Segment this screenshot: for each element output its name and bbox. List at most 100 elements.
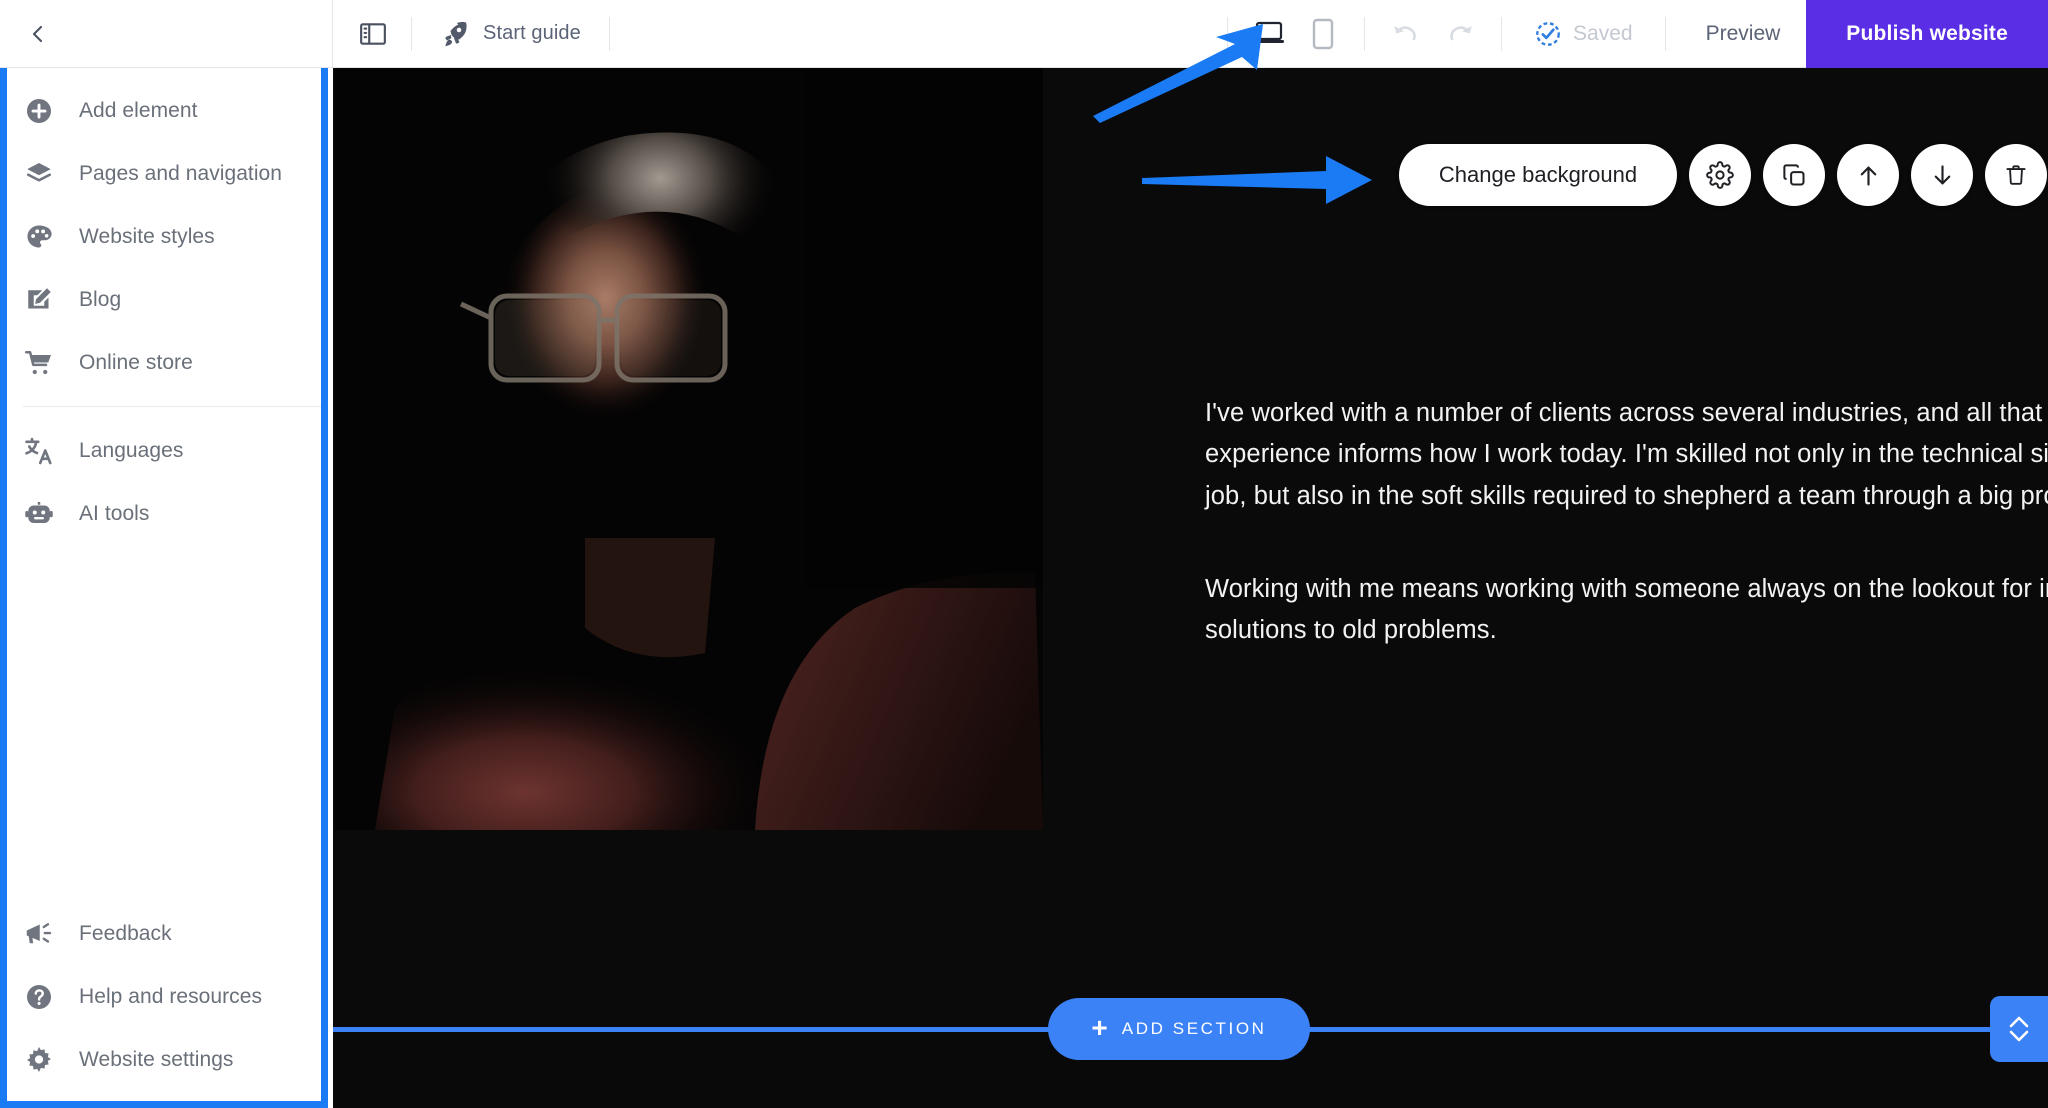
sidebar-divider xyxy=(23,406,321,407)
arrow-up-icon xyxy=(1860,166,1876,186)
translate-icon-svg xyxy=(25,437,52,464)
layers-icon xyxy=(23,158,55,190)
saved-status: Saved xyxy=(1516,20,1651,48)
palette-icon xyxy=(23,221,55,253)
sidebar-item-ai-tools[interactable]: AI tools xyxy=(7,482,321,545)
arrow-down-icon xyxy=(1934,164,1950,184)
sidebar-item-pages-and-navigation[interactable]: Pages and navigation xyxy=(7,142,321,205)
sidebar-label: Languages xyxy=(79,438,184,462)
check-circle-icon xyxy=(1536,21,1560,46)
sidebar-highlight-frame: Add element Pages and navigation Website… xyxy=(0,54,328,1108)
hero-portrait-image[interactable] xyxy=(335,68,1043,830)
redo-arrow-icon xyxy=(1450,25,1472,40)
trash-icon xyxy=(2006,165,2026,185)
plus-icon: + xyxy=(1091,1012,1108,1043)
hero-paragraph-2: Working with me means working with someo… xyxy=(1205,569,2048,652)
sidebar-label: Feedback xyxy=(79,921,172,945)
sidebar-item-feedback[interactable]: Feedback xyxy=(7,902,321,965)
divider xyxy=(1364,16,1366,51)
website-builder-app: I've worked with a number of clients acr… xyxy=(0,0,2048,1108)
edit-square-icon xyxy=(23,284,55,316)
sidebar-item-website-styles[interactable]: Website styles xyxy=(7,205,321,268)
add-section-label: ADD SECTION xyxy=(1121,1019,1267,1038)
mobile-phone-icon xyxy=(1312,18,1334,49)
chevron-up-down-icon xyxy=(2009,1016,2029,1042)
start-guide-button[interactable]: Start guide xyxy=(426,11,595,57)
device-mobile-button[interactable] xyxy=(1300,11,1346,57)
sidebar-label: AI tools xyxy=(79,501,150,525)
edit-square-icon-svg xyxy=(28,287,51,308)
laptop-icon xyxy=(1254,21,1285,43)
plus-circle-icon xyxy=(23,95,55,127)
palette-icon-svg xyxy=(27,225,52,247)
topbar-tools-right: Saved Preview Publish website xyxy=(1213,0,2048,68)
hero-text-block[interactable]: I've worked with a number of clients acr… xyxy=(1205,393,2048,651)
back-button[interactable] xyxy=(16,12,60,56)
sidebar-item-add-element[interactable]: Add element xyxy=(7,79,321,142)
divider xyxy=(1501,16,1503,51)
megaphone-icon-svg xyxy=(26,922,52,943)
sidebar-panel-icon xyxy=(360,22,386,45)
gear-icon-svg xyxy=(27,1046,51,1072)
hero-line-3: job, but also in the soft skills require… xyxy=(1205,481,2048,510)
chevron-left-icon xyxy=(32,25,43,42)
move-section-up-button[interactable] xyxy=(1837,144,1899,206)
sidebar-item-blog[interactable]: Blog xyxy=(7,268,321,331)
divider xyxy=(608,16,610,51)
redo-button[interactable] xyxy=(1433,11,1487,57)
shopping-cart-icon-svg xyxy=(25,350,51,374)
duplicate-section-button[interactable] xyxy=(1763,144,1825,206)
gear-icon xyxy=(23,1044,55,1076)
copy-icon xyxy=(1782,163,1805,186)
add-section-button[interactable]: + ADD SECTION xyxy=(1048,998,1310,1060)
sidebar-label: Website settings xyxy=(79,1047,234,1071)
sidebar-label: Website styles xyxy=(79,224,215,248)
hero-line-5: solutions to old problems. xyxy=(1205,616,1497,645)
topbar-tools-left: Start guide xyxy=(333,0,624,67)
sidebar-bottom-group: Feedback Help and resources Website sett… xyxy=(7,902,321,1101)
section-settings-button[interactable] xyxy=(1689,144,1751,206)
editor-canvas[interactable]: I've worked with a number of clients acr… xyxy=(333,68,2048,1108)
sidebar-item-languages[interactable]: Languages xyxy=(7,419,321,482)
hero-section[interactable]: I've worked with a number of clients acr… xyxy=(333,68,2048,1030)
layers-icon-svg xyxy=(26,162,52,182)
divider xyxy=(411,16,412,51)
robot-icon-svg xyxy=(25,501,53,523)
rocket-icon xyxy=(445,21,467,46)
question-circle-icon xyxy=(23,981,55,1013)
question-circle-icon-svg xyxy=(27,984,51,1009)
hero-paragraph-1: I've worked with a number of clients acr… xyxy=(1205,393,2048,517)
change-background-label: Change background xyxy=(1438,162,1638,187)
divider xyxy=(1664,16,1666,51)
publish-label: Publish website xyxy=(1846,21,2008,45)
topbar-left-zone xyxy=(0,0,333,67)
undo-button[interactable] xyxy=(1379,11,1433,57)
preview-button[interactable]: Preview xyxy=(1680,0,1807,67)
sidebar-item-help-and-resources[interactable]: Help and resources xyxy=(7,965,321,1028)
robot-icon xyxy=(23,498,55,530)
megaphone-icon xyxy=(23,918,55,950)
divider xyxy=(1227,16,1229,51)
device-desktop-button[interactable] xyxy=(1246,11,1292,57)
hero-line-4: Working with me means working with someo… xyxy=(1205,574,2048,603)
move-section-down-button[interactable] xyxy=(1911,144,1973,206)
undo-arrow-icon xyxy=(1394,25,1416,40)
preview-label: Preview xyxy=(1705,21,1781,45)
portrait-photo-svg xyxy=(335,68,1043,830)
hero-line-1: I've worked with a number of clients acr… xyxy=(1205,399,2043,427)
sidebar-item-online-store[interactable]: Online store xyxy=(7,331,321,394)
translate-icon xyxy=(23,435,55,467)
publish-website-button[interactable]: Publish website xyxy=(1806,0,2048,68)
shopping-cart-icon xyxy=(23,347,55,379)
delete-section-button[interactable] xyxy=(1985,144,2047,206)
section-resize-handle[interactable] xyxy=(1990,996,2048,1062)
plus-circle-icon-svg xyxy=(27,98,51,123)
change-background-button[interactable]: Change background xyxy=(1399,144,1677,206)
start-guide-label: Start guide xyxy=(483,22,581,44)
section-floating-toolbar: Change background xyxy=(1399,144,2047,206)
sidebar-item-website-settings[interactable]: Website settings xyxy=(7,1028,321,1091)
top-toolbar: Start guide Saved Preview Publish websit… xyxy=(0,0,2048,68)
gear-icon xyxy=(1706,161,1734,189)
toggle-sidebar-button[interactable] xyxy=(349,10,397,58)
